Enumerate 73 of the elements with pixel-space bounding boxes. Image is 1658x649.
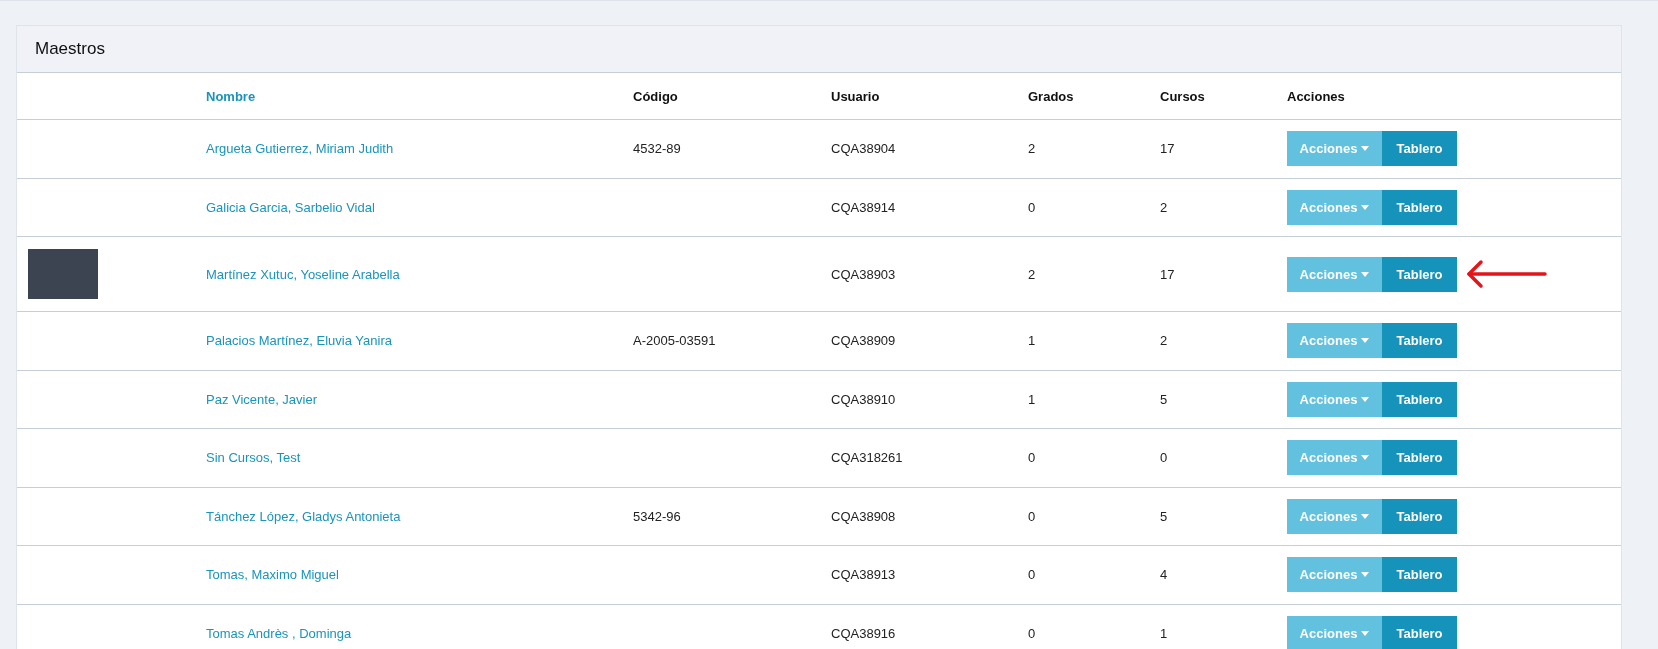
dashboard-button[interactable]: Tablero xyxy=(1382,189,1457,225)
caret-icon xyxy=(1361,396,1370,402)
grades-cell: 0 xyxy=(1028,567,1036,583)
username-cell: CQA38908 xyxy=(831,508,896,524)
dashboard-button[interactable]: Tablero xyxy=(1382,256,1457,292)
dashboard-button[interactable]: Tablero xyxy=(1382,557,1457,593)
courses-cell: 2 xyxy=(1160,333,1168,349)
courses-cell: 17 xyxy=(1160,141,1175,157)
teacher-name-link[interactable]: Tomas Andrès , Dominga xyxy=(206,625,352,641)
actions-dropdown-button[interactable]: Acciones xyxy=(1287,557,1382,593)
courses-cell: 4 xyxy=(1160,567,1168,583)
column-header-link[interactable]: Nombre xyxy=(206,88,256,104)
caret-icon xyxy=(1361,146,1370,152)
caret-icon xyxy=(1361,338,1370,344)
actions-dropdown-button[interactable]: Acciones xyxy=(1287,131,1382,167)
courses-cell: 5 xyxy=(1160,391,1168,407)
code-cell: A-2005-03591 xyxy=(633,333,716,349)
username-cell: CQA38914 xyxy=(831,199,896,215)
teacher-name-link[interactable]: Galicia Garcia, Sarbelio Vidal xyxy=(206,199,375,215)
actions-dropdown-button[interactable]: Acciones xyxy=(1287,498,1382,534)
column-header: Grados xyxy=(1028,88,1074,104)
caret-icon xyxy=(1361,204,1370,210)
username-cell: CQA38916 xyxy=(831,625,896,641)
actions-dropdown-button[interactable]: Acciones xyxy=(1287,615,1382,649)
grades-cell: 2 xyxy=(1028,141,1036,157)
grades-cell: 0 xyxy=(1028,508,1036,524)
username-cell: CQA38904 xyxy=(831,141,896,157)
grades-cell: 0 xyxy=(1028,625,1036,641)
column-header: Usuario xyxy=(831,88,880,104)
dashboard-button[interactable]: Tablero xyxy=(1382,440,1457,476)
username-cell: CQA38910 xyxy=(831,391,896,407)
courses-cell: 17 xyxy=(1160,266,1175,282)
caret-icon xyxy=(1361,513,1370,519)
courses-cell: 5 xyxy=(1160,508,1168,524)
column-header: Código xyxy=(633,88,678,104)
caret-icon xyxy=(1361,630,1370,636)
actions-dropdown-button[interactable]: Acciones xyxy=(1287,256,1382,292)
dashboard-button[interactable]: Tablero xyxy=(1382,498,1457,534)
username-cell: CQA38913 xyxy=(831,567,896,583)
teacher-name-link[interactable]: Tomas, Maximo Miguel xyxy=(206,567,339,583)
code-cell: 5342-96 xyxy=(633,508,681,524)
actions-dropdown-button[interactable]: Acciones xyxy=(1287,323,1382,359)
username-cell: CQA38903 xyxy=(831,266,896,282)
teacher-name-link[interactable]: Martínez Xutuc, Yoseline Arabella xyxy=(206,266,400,282)
courses-cell: 2 xyxy=(1160,199,1168,215)
grades-cell: 0 xyxy=(1028,450,1036,466)
teacher-name-link[interactable]: Paz Vicente, Javier xyxy=(206,391,318,407)
column-header: Cursos xyxy=(1160,88,1205,104)
grades-cell: 0 xyxy=(1028,199,1036,215)
code-cell: 4532-89 xyxy=(633,141,681,157)
grades-cell: 2 xyxy=(1028,266,1036,282)
caret-icon xyxy=(1361,572,1370,578)
actions-dropdown-button[interactable]: Acciones xyxy=(1287,381,1382,417)
teacher-name-link[interactable]: Tánchez López, Gladys Antonieta xyxy=(206,508,401,524)
grades-cell: 1 xyxy=(1028,333,1036,349)
grades-cell: 1 xyxy=(1028,391,1036,407)
teacher-name-link[interactable]: Argueta Gutierrez, Miriam Judith xyxy=(206,141,394,157)
dashboard-button[interactable]: Tablero xyxy=(1382,381,1457,417)
courses-cell: 0 xyxy=(1160,450,1168,466)
dashboard-button[interactable]: Tablero xyxy=(1382,615,1457,649)
dashboard-button[interactable]: Tablero xyxy=(1382,131,1457,167)
caret-icon xyxy=(1361,455,1370,461)
actions-dropdown-button[interactable]: Acciones xyxy=(1287,440,1382,476)
panel-title: Maestros xyxy=(35,39,105,59)
teacher-name-link[interactable]: Sin Cursos, Test xyxy=(206,450,301,466)
actions-dropdown-button[interactable]: Acciones xyxy=(1287,189,1382,225)
username-cell: CQA318261 xyxy=(831,450,903,466)
dashboard-button[interactable]: Tablero xyxy=(1382,323,1457,359)
caret-icon xyxy=(1361,271,1370,277)
column-header: Acciones xyxy=(1287,88,1345,104)
courses-cell: 1 xyxy=(1160,625,1168,641)
teacher-name-link[interactable]: Palacios Martínez, Eluvia Yanira xyxy=(206,333,392,349)
username-cell: CQA38909 xyxy=(831,333,896,349)
